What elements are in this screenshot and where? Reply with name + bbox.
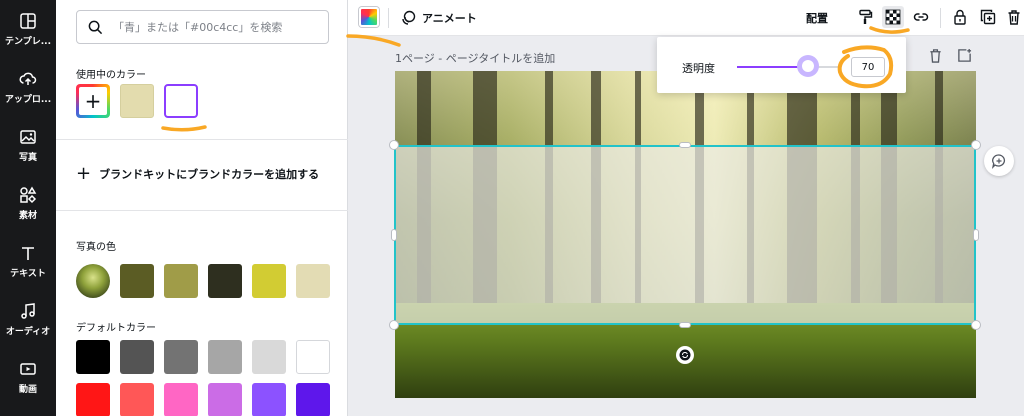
trash-icon	[1008, 10, 1020, 25]
resize-handle-top[interactable]	[679, 142, 691, 148]
default-color-swatch[interactable]	[76, 383, 110, 416]
photo-color-swatch[interactable]	[120, 264, 154, 298]
photo-color-swatch[interactable]	[208, 264, 242, 298]
animate-icon	[402, 10, 416, 25]
rail-item-photos[interactable]: 写真	[0, 116, 56, 174]
rail-label: テンプレ...	[5, 36, 51, 47]
default-colors-title: デフォルトカラー	[76, 323, 156, 334]
add-brand-color-button[interactable]: + ブランドキットにブランドカラーを追加する	[76, 164, 319, 184]
photo-color-swatch[interactable]	[296, 264, 330, 298]
default-color-swatch[interactable]	[208, 383, 242, 416]
rotate-handle[interactable]	[676, 346, 694, 364]
resize-handle-right[interactable]	[973, 229, 979, 241]
resize-handle-top-left[interactable]	[389, 140, 399, 150]
selection-box	[394, 145, 976, 325]
lock-button[interactable]	[949, 6, 971, 28]
rail-label: 素材	[18, 210, 37, 221]
divider	[56, 139, 348, 140]
elements-icon	[20, 186, 37, 203]
duplicate-button[interactable]	[977, 6, 999, 28]
annotation-underline	[346, 34, 401, 47]
color-picker-button[interactable]	[359, 7, 379, 27]
trash-icon	[930, 49, 941, 63]
rail-item-video[interactable]: 動画	[0, 348, 56, 406]
lock-icon	[954, 9, 966, 25]
default-color-swatch[interactable]	[76, 340, 110, 374]
slider-thumb[interactable]	[796, 55, 819, 77]
divider	[56, 210, 348, 211]
resize-handle-bottom[interactable]	[679, 322, 691, 328]
transparency-label: 透明度	[682, 62, 715, 75]
add-brand-color-label: ブランドキットにブランドカラーを追加する	[99, 168, 320, 181]
default-color-swatch[interactable]	[164, 383, 198, 416]
rail-label: テキスト	[10, 268, 46, 279]
toolbar-divider	[940, 8, 941, 28]
default-color-swatch[interactable]	[164, 340, 198, 374]
in-use-swatch-selected[interactable]	[164, 84, 198, 118]
rail-label: 写真	[18, 152, 37, 163]
color-search[interactable]	[76, 10, 329, 44]
default-color-swatch[interactable]	[252, 383, 286, 416]
delete-page-button[interactable]	[928, 48, 944, 64]
add-comment-button[interactable]	[984, 146, 1014, 176]
transparency-slider[interactable]	[737, 66, 838, 68]
template-icon	[20, 12, 36, 29]
in-use-swatch[interactable]	[120, 84, 154, 118]
video-icon	[20, 362, 36, 375]
text-icon	[22, 246, 34, 260]
slider-thumb-dot	[801, 60, 814, 72]
page-title[interactable]: 1ページ - ページタイトルを追加	[395, 50, 555, 66]
resize-handle-left[interactable]	[391, 229, 397, 241]
add-page-button[interactable]	[957, 48, 973, 64]
photo-color-swatch[interactable]	[164, 264, 198, 298]
rail-item-audio[interactable]: オーディオ	[0, 290, 56, 348]
comment-plus-icon	[991, 154, 1005, 169]
search-icon	[88, 20, 103, 35]
rail-label: 動画	[18, 384, 37, 395]
rail-item-elements[interactable]: 素材	[0, 174, 56, 232]
resize-handle-bottom-left[interactable]	[389, 320, 399, 330]
toolbar-divider	[388, 8, 389, 28]
rotate-icon	[679, 349, 691, 361]
plus-icon: +	[76, 163, 92, 184]
photo-color-swatch[interactable]	[252, 264, 286, 298]
annotation-circle	[837, 45, 894, 89]
default-color-swatch[interactable]	[120, 383, 154, 416]
color-panel: 使用中のカラー + + ブランドキットにブランドカラーを追加する 写真の色 デフ…	[56, 0, 348, 416]
in-use-colors-title: 使用中のカラー	[76, 70, 146, 81]
color-search-input[interactable]	[113, 17, 323, 37]
rail-label: アップロ...	[4, 94, 52, 105]
default-color-swatch[interactable]	[296, 383, 330, 416]
photo-colors-title: 写真の色	[76, 242, 116, 253]
link-icon	[913, 13, 929, 21]
add-page-icon	[958, 48, 972, 62]
animate-label: アニメート	[422, 12, 477, 25]
rail-item-uploads[interactable]: アップロ...	[0, 58, 56, 116]
rail-item-text[interactable]: テキスト	[0, 232, 56, 290]
annotation-underline	[161, 125, 207, 132]
annotation-underline	[869, 26, 910, 34]
rail-item-templates[interactable]: テンプレ...	[0, 0, 56, 58]
animate-button[interactable]: アニメート	[400, 8, 477, 28]
audio-icon	[21, 302, 35, 319]
default-color-swatch[interactable]	[120, 340, 154, 374]
plus-icon: +	[79, 87, 107, 115]
duplicate-icon	[980, 9, 996, 25]
photo-icon	[20, 129, 36, 144]
left-rail: テンプレ... アップロ... 写真 素材 テキスト オーディオ 動画	[0, 0, 56, 416]
default-color-swatch[interactable]	[296, 340, 330, 374]
resize-handle-top-right[interactable]	[971, 140, 981, 150]
link-button[interactable]	[910, 6, 932, 28]
add-color-button[interactable]: +	[76, 84, 110, 118]
resize-handle-bottom-right[interactable]	[971, 320, 981, 330]
photo-thumbnail	[76, 264, 110, 298]
default-color-swatch[interactable]	[252, 340, 286, 374]
rail-label: オーディオ	[5, 326, 51, 337]
delete-button[interactable]	[1003, 6, 1024, 28]
upload-icon	[19, 72, 37, 85]
arrange-button[interactable]: 配置	[806, 10, 828, 26]
default-color-swatch[interactable]	[208, 340, 242, 374]
